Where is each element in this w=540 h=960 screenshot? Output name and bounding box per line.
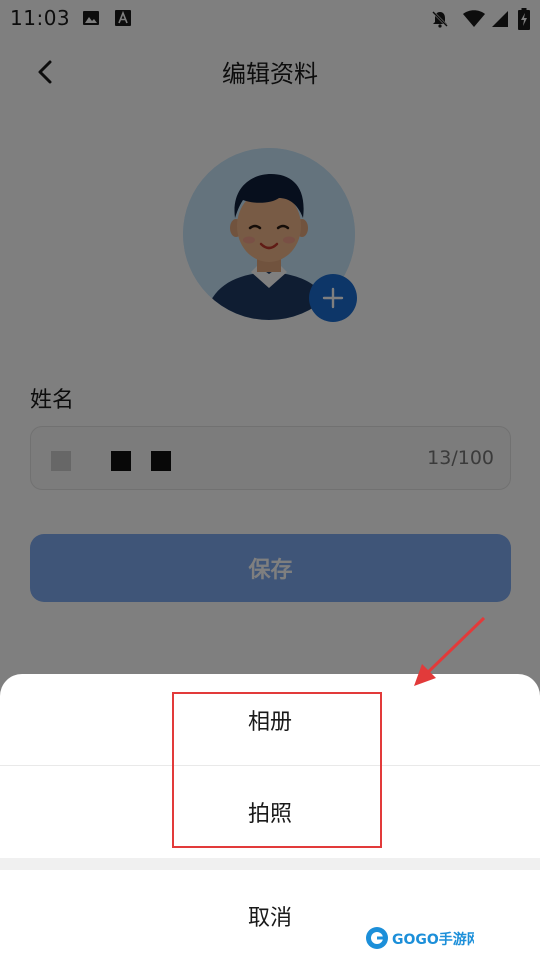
annotation-arrow-icon [414, 616, 486, 686]
edit-profile-screen: 11:03 [0, 0, 540, 960]
sheet-separator [0, 858, 540, 870]
gogo-logo-icon: GOGO手游网 [366, 927, 481, 949]
watermark-text: GOGO手游网 [392, 931, 474, 948]
watermark: GOGO手游网 [364, 924, 481, 954]
annotation-highlight-box [172, 692, 382, 848]
